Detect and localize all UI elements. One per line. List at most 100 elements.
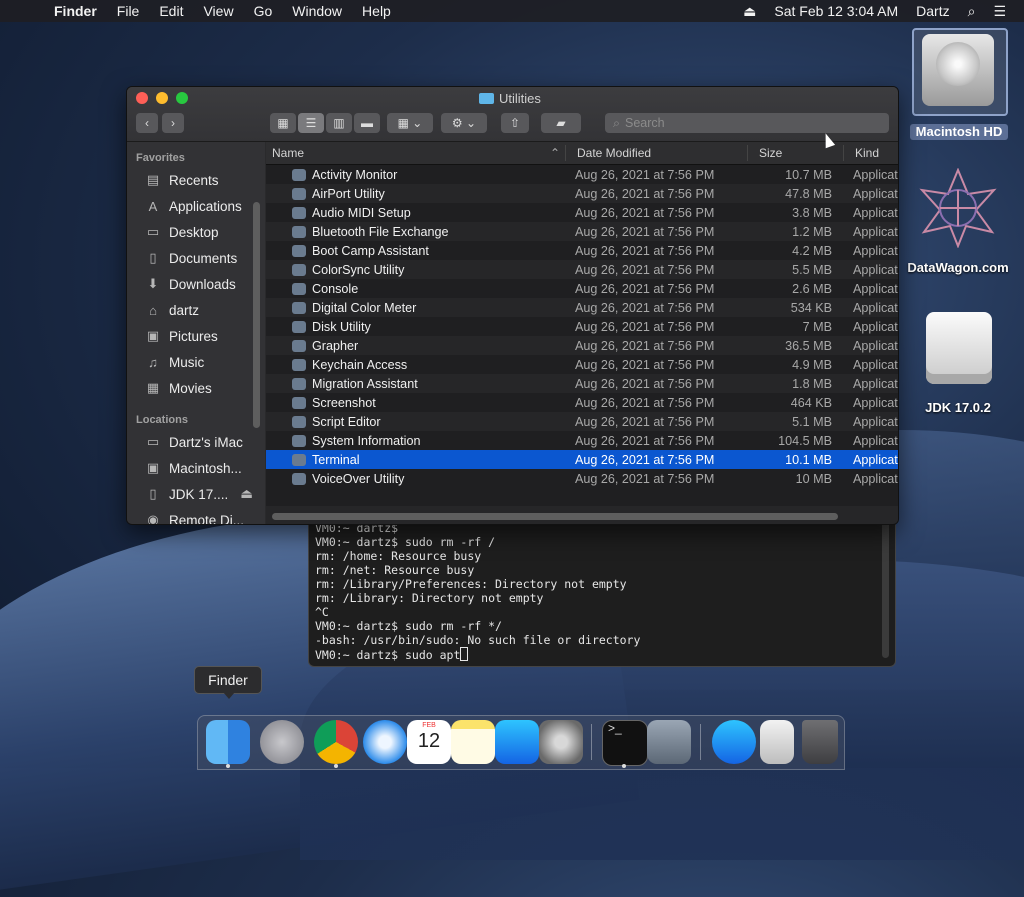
menu-file[interactable]: File (117, 3, 140, 19)
calendar-icon[interactable]: FEB 12 (407, 720, 451, 764)
menu-user[interactable]: Dartz (916, 3, 949, 19)
file-row[interactable]: Audio MIDI Setup Aug 26, 2021 at 7:56 PM 3… (266, 203, 898, 222)
sidebar-item-desktop[interactable]: ▭ Desktop (144, 221, 219, 243)
menu-help[interactable]: Help (362, 3, 391, 19)
column-header-size[interactable]: Size (759, 146, 782, 160)
notes-icon[interactable] (451, 720, 495, 764)
file-row[interactable]: Boot Camp Assistant Aug 26, 2021 at 7:56 … (266, 241, 898, 260)
menu-bar: Finder File Edit View Go Window Help ⏏ S… (0, 0, 1024, 22)
back-button[interactable]: ‹ (136, 113, 158, 133)
search-icon: ⌕ (613, 116, 621, 130)
desktop-icon-label[interactable]: DataWagon.com (898, 260, 1018, 275)
desktop-icon-label[interactable]: JDK 17.0.2 (898, 400, 1018, 415)
sidebar-item-macintosh-hd[interactable]: ▣ Macintosh... (144, 457, 242, 479)
app-icon (292, 415, 306, 428)
file-size: 104.5 MB (778, 433, 832, 448)
accessibility-icon[interactable] (647, 720, 691, 764)
app-store-downloads-icon[interactable] (712, 720, 756, 764)
finder-icon[interactable] (206, 720, 250, 764)
column-view-button[interactable]: ▥ (326, 113, 352, 133)
column-divider[interactable] (843, 145, 844, 161)
system-preferences-icon[interactable] (539, 720, 583, 764)
file-row[interactable]: Terminal Aug 26, 2021 at 7:56 PM 10.1 MB Ap… (266, 450, 898, 469)
menu-datetime[interactable]: Sat Feb 12 3:04 AM (774, 3, 898, 19)
datawagon-logo-icon[interactable] (918, 168, 998, 248)
file-date-modified: Aug 26, 2021 at 7:56 PM (575, 262, 715, 277)
zoom-button[interactable] (176, 92, 188, 104)
finder-titlebar[interactable]: Utilities ‹ › ▦ ☰ ▥ ▬ ▦ ⌄ ⚙ ⌄ ⇧ ▰ ⌕ Searc… (127, 87, 898, 142)
forward-button[interactable]: › (162, 113, 184, 133)
file-row[interactable]: AirPort Utility Aug 26, 2021 at 7:56 PM 47… (266, 184, 898, 203)
file-row[interactable]: Disk Utility Aug 26, 2021 at 7:56 PM 7 MB A… (266, 317, 898, 336)
menu-go[interactable]: Go (254, 3, 273, 19)
eject-icon[interactable]: ⏏ (240, 486, 253, 502)
tag-icon[interactable]: ▰ (541, 113, 581, 133)
close-button[interactable] (136, 92, 148, 104)
search-field[interactable]: ⌕ Search (605, 113, 889, 133)
terminal-icon[interactable]: >_ (602, 720, 648, 766)
hard-drive-icon[interactable] (922, 34, 994, 106)
action-gear-icon[interactable]: ⚙ ⌄ (441, 113, 487, 133)
sidebar-item-remote-disc[interactable]: ◉ Remote Di... (144, 509, 244, 524)
file-size: 4.2 MB (792, 243, 832, 258)
gallery-view-button[interactable]: ▬ (354, 113, 380, 133)
disk-image-icon[interactable] (926, 312, 992, 384)
sidebar-item-imac[interactable]: ▭ Dartz's iMac (144, 431, 243, 453)
app-store-icon[interactable] (495, 720, 539, 764)
icon-view-button[interactable]: ▦ (270, 113, 296, 133)
launchpad-icon[interactable] (260, 720, 304, 764)
spotlight-search-icon[interactable]: ⌕ (968, 3, 976, 20)
sidebar-item-label: Desktop (169, 224, 219, 240)
sidebar-item-music[interactable]: ♫ Music (144, 351, 204, 373)
document-icon[interactable] (760, 720, 794, 764)
list-view-button[interactable]: ☰ (298, 113, 324, 133)
applications-icon: A (148, 198, 158, 214)
terminal-window[interactable]: VM0:~ dartz$ VM0:~ dartz$ sudo rm -rf / … (308, 505, 896, 667)
trash-icon[interactable] (802, 720, 838, 764)
group-by-button[interactable]: ▦ ⌄ (387, 113, 433, 133)
column-divider[interactable] (747, 145, 748, 161)
sidebar-item-pictures[interactable]: ▣ Pictures (144, 325, 218, 347)
desktop-icon-label[interactable]: Macintosh HD (910, 124, 1008, 140)
sidebar-item-movies[interactable]: ▦ Movies (144, 377, 212, 399)
file-row[interactable]: Digital Color Meter Aug 26, 2021 at 7:56 … (266, 298, 898, 317)
sidebar-item-downloads[interactable]: ⬇ Downloads (144, 273, 236, 295)
file-row[interactable]: Screenshot Aug 26, 2021 at 7:56 PM 464 KB A… (266, 393, 898, 412)
safari-icon[interactable] (363, 720, 407, 764)
sidebar-scrollbar[interactable] (253, 202, 260, 428)
sidebar-item-documents[interactable]: ▯ Documents (144, 247, 237, 269)
sidebar-item-applications[interactable]: A Applications (144, 195, 242, 217)
menu-window[interactable]: Window (292, 3, 342, 19)
chrome-icon[interactable] (314, 720, 358, 764)
menu-app-name[interactable]: Finder (54, 3, 97, 19)
file-row[interactable]: Console Aug 26, 2021 at 7:56 PM 2.6 MB Appl… (266, 279, 898, 298)
column-header-name[interactable]: Name (272, 146, 304, 160)
menu-view[interactable]: View (203, 3, 233, 19)
file-row[interactable]: Bluetooth File Exchange Aug 26, 2021 at 7… (266, 222, 898, 241)
column-header-kind[interactable]: Kind (855, 146, 879, 160)
terminal-scrollbar[interactable] (882, 516, 889, 658)
sidebar-item-recents[interactable]: ▤ Recents (144, 169, 219, 191)
column-divider[interactable] (565, 145, 566, 161)
disk-icon: ▯ (149, 486, 157, 501)
notification-center-icon[interactable]: ☰ (993, 3, 1006, 20)
file-row[interactable]: VoiceOver Utility Aug 26, 2021 at 7:56 PM… (266, 469, 898, 488)
minimize-button[interactable] (156, 92, 168, 104)
share-icon[interactable]: ⇧ (501, 113, 529, 133)
file-row[interactable]: Script Editor Aug 26, 2021 at 7:56 PM 5.1 … (266, 412, 898, 431)
sidebar-item-home[interactable]: ⌂ dartz (144, 299, 199, 321)
camera-icon: ▣ (146, 328, 160, 343)
sort-ascending-icon[interactable]: ⌃ (550, 146, 560, 160)
file-row[interactable]: Activity Monitor Aug 26, 2021 at 7:56 PM 1… (266, 165, 898, 184)
eject-icon[interactable]: ⏏ (743, 3, 756, 20)
file-row[interactable]: System Information Aug 26, 2021 at 7:56 P… (266, 431, 898, 450)
file-row[interactable]: Keychain Access Aug 26, 2021 at 7:56 PM 4.… (266, 355, 898, 374)
column-header-date[interactable]: Date Modified (577, 146, 651, 160)
terminal-prompt-line[interactable]: VM0:~ dartz$ sudo apt (315, 647, 469, 662)
horizontal-scrollbar[interactable] (272, 513, 838, 520)
file-row[interactable]: Migration Assistant Aug 26, 2021 at 7:56 … (266, 374, 898, 393)
sidebar-item-jdk[interactable]: ▯ JDK 17.... ⏏ (144, 483, 253, 505)
file-row[interactable]: Grapher Aug 26, 2021 at 7:56 PM 36.5 MB App… (266, 336, 898, 355)
menu-edit[interactable]: Edit (159, 3, 183, 19)
file-row[interactable]: ColorSync Utility Aug 26, 2021 at 7:56 PM… (266, 260, 898, 279)
